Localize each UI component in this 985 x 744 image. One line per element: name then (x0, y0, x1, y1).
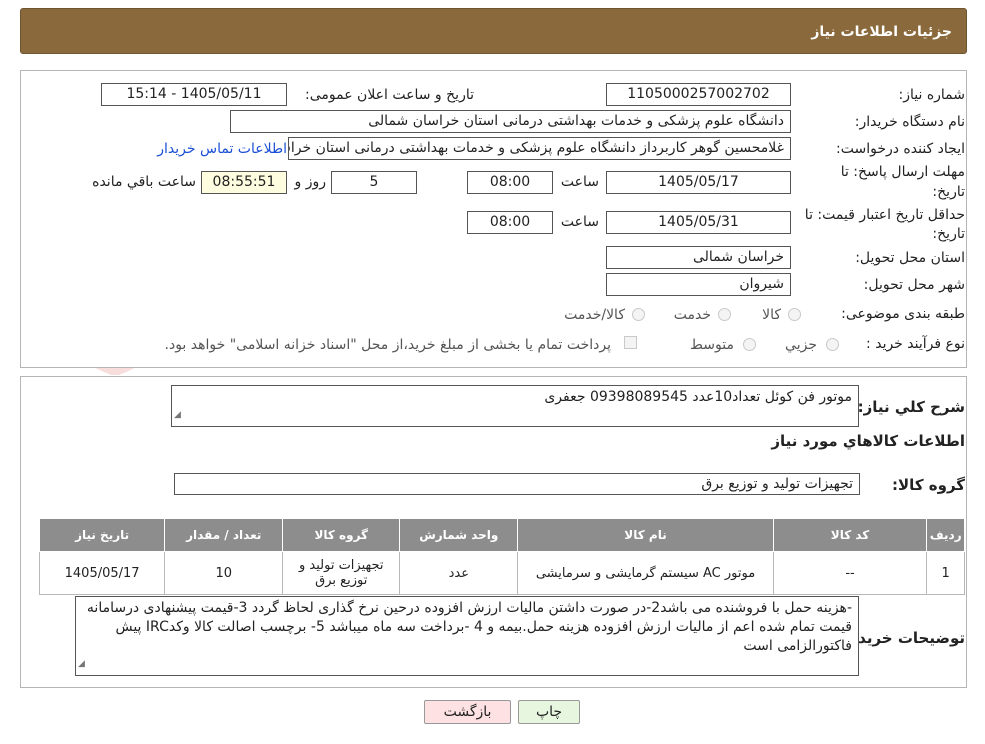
price-validity-time-label: ساعت (560, 214, 599, 230)
cell-code: -- (772, 551, 928, 595)
process-partial-radio[interactable] (826, 338, 839, 351)
creator-label: ایجاد کننده درخواست: (836, 141, 965, 157)
goods-group-label: گروه کالا: (892, 476, 965, 494)
process-medium-label: متوسط (690, 337, 734, 353)
category-goods-radio[interactable] (788, 308, 801, 321)
col-name: نام کالا (517, 518, 774, 552)
need-number-label: شماره نیاز: (898, 87, 966, 103)
category-label: طبقه بندی موضوعی: (841, 306, 965, 322)
col-code: کد کالا (772, 518, 928, 552)
table-row[interactable]: 1 -- موتور AC سیستم گرمایشی و سرمایشی عد… (38, 551, 965, 595)
need-number-field[interactable]: 1105000257002702 (606, 83, 791, 106)
province-field[interactable]: خراسان شمالی (606, 246, 791, 269)
col-row: رديف (926, 518, 965, 552)
price-validity-date-field[interactable]: 1405/05/31 (606, 211, 791, 234)
goods-info-title: اطلاعات كالاهاي مورد نياز (771, 432, 965, 450)
deadline-date-field[interactable]: 1405/05/17 (606, 171, 791, 194)
back-button[interactable]: بازگشت (424, 700, 511, 724)
city-label: شهر محل تحویل: (863, 277, 965, 293)
announce-datetime-field[interactable]: 1405/05/11 - 15:14 (101, 83, 287, 106)
province-label: استان محل تحویل: (855, 250, 965, 266)
price-validity-time-field[interactable]: 08:00 (467, 211, 553, 234)
page-title: جزئیات اطلاعات نیاز (811, 24, 952, 40)
category-service-radio[interactable] (718, 308, 731, 321)
col-unit: واحد شمارش (399, 518, 519, 552)
price-validity-label: حداقل تاریخ اعتبار قیمت: تا (804, 207, 965, 223)
goods-group-field[interactable]: تجهیزات تولید و توزیع برق (174, 473, 860, 495)
deadline-label: مهلت ارسال پاسخ: تا (840, 164, 965, 180)
process-type-label: نوع فرآیند خرید : (866, 336, 965, 352)
buyer-org-field[interactable]: دانشگاه علوم پزشکی و خدمات بهداشتی درمان… (230, 110, 791, 133)
price-validity-label-date: تاریخ: (932, 226, 965, 242)
cell-name: موتور AC سیستم گرمایشی و سرمایشی (517, 551, 774, 595)
col-group: گروه کالا (282, 518, 401, 552)
description-label: شرح كلي نياز: (857, 398, 965, 416)
buyer-contact-link[interactable]: اطلاعات تماس خریدار (157, 141, 287, 157)
remaining-time-field: 08:55:51 (201, 171, 287, 194)
category-goods-label: کالا (762, 307, 781, 323)
days-label: روز و (294, 174, 327, 190)
category-goods-service-label: کالا/خدمت (564, 307, 625, 323)
page-header: جزئیات اطلاعات نیاز (20, 8, 967, 54)
process-medium-radio[interactable] (743, 338, 756, 351)
resize-handle-icon[interactable]: ◢ (78, 655, 85, 674)
col-qty: تعداد / مقدار (164, 518, 284, 552)
print-button[interactable]: چاپ (518, 700, 580, 724)
description-text: موتور فن کوئل تعداد10عدد 09398089545 جعف… (544, 389, 852, 405)
category-service-label: خدمت (673, 307, 711, 323)
remaining-time-label: ساعت باقي مانده (92, 174, 196, 190)
goods-table-header: رديف کد کالا نام کالا واحد شمارش گروه کا… (38, 518, 965, 552)
deadline-time-field[interactable]: 08:00 (467, 171, 553, 194)
buyer-notes-text: -هزینه حمل با فروشنده می باشد2-در صورت د… (86, 600, 852, 654)
buyer-notes-textarea[interactable]: -هزینه حمل با فروشنده می باشد2-در صورت د… (75, 596, 859, 676)
cell-row: 1 (926, 551, 965, 595)
days-remaining-field[interactable]: 5 (331, 171, 417, 194)
cell-group: تجهیزات تولید و توزیع برق (282, 551, 401, 595)
cell-date: 1405/05/17 (38, 551, 166, 595)
goods-table: رديف کد کالا نام کالا واحد شمارش گروه کا… (38, 518, 965, 595)
treasury-payment-checkbox[interactable] (624, 336, 637, 349)
resize-handle-icon[interactable]: ◢ (174, 406, 181, 425)
process-partial-label: جزیي (785, 337, 817, 353)
description-textarea[interactable]: موتور فن کوئل تعداد10عدد 09398089545 جعف… (171, 385, 859, 427)
cell-qty: 10 (164, 551, 284, 595)
buyer-org-label: نام دستگاه خریدار: (854, 114, 965, 130)
category-goods-service-radio[interactable] (632, 308, 645, 321)
treasury-payment-note: پرداخت تمام یا بخشی از مبلغ خرید،از محل … (164, 337, 611, 353)
announce-datetime-label: تاریخ و ساعت اعلان عمومی: (305, 87, 474, 103)
cell-unit: عدد (399, 551, 519, 595)
deadline-time-label: ساعت (560, 174, 599, 190)
creator-field[interactable]: غلامحسین گوهر کاربرداز دانشگاه علوم پزشک… (288, 137, 791, 160)
city-field[interactable]: شیروان (606, 273, 791, 296)
deadline-label-date: تاریخ: (932, 184, 965, 200)
col-date: تاریخ نیاز (38, 518, 166, 552)
